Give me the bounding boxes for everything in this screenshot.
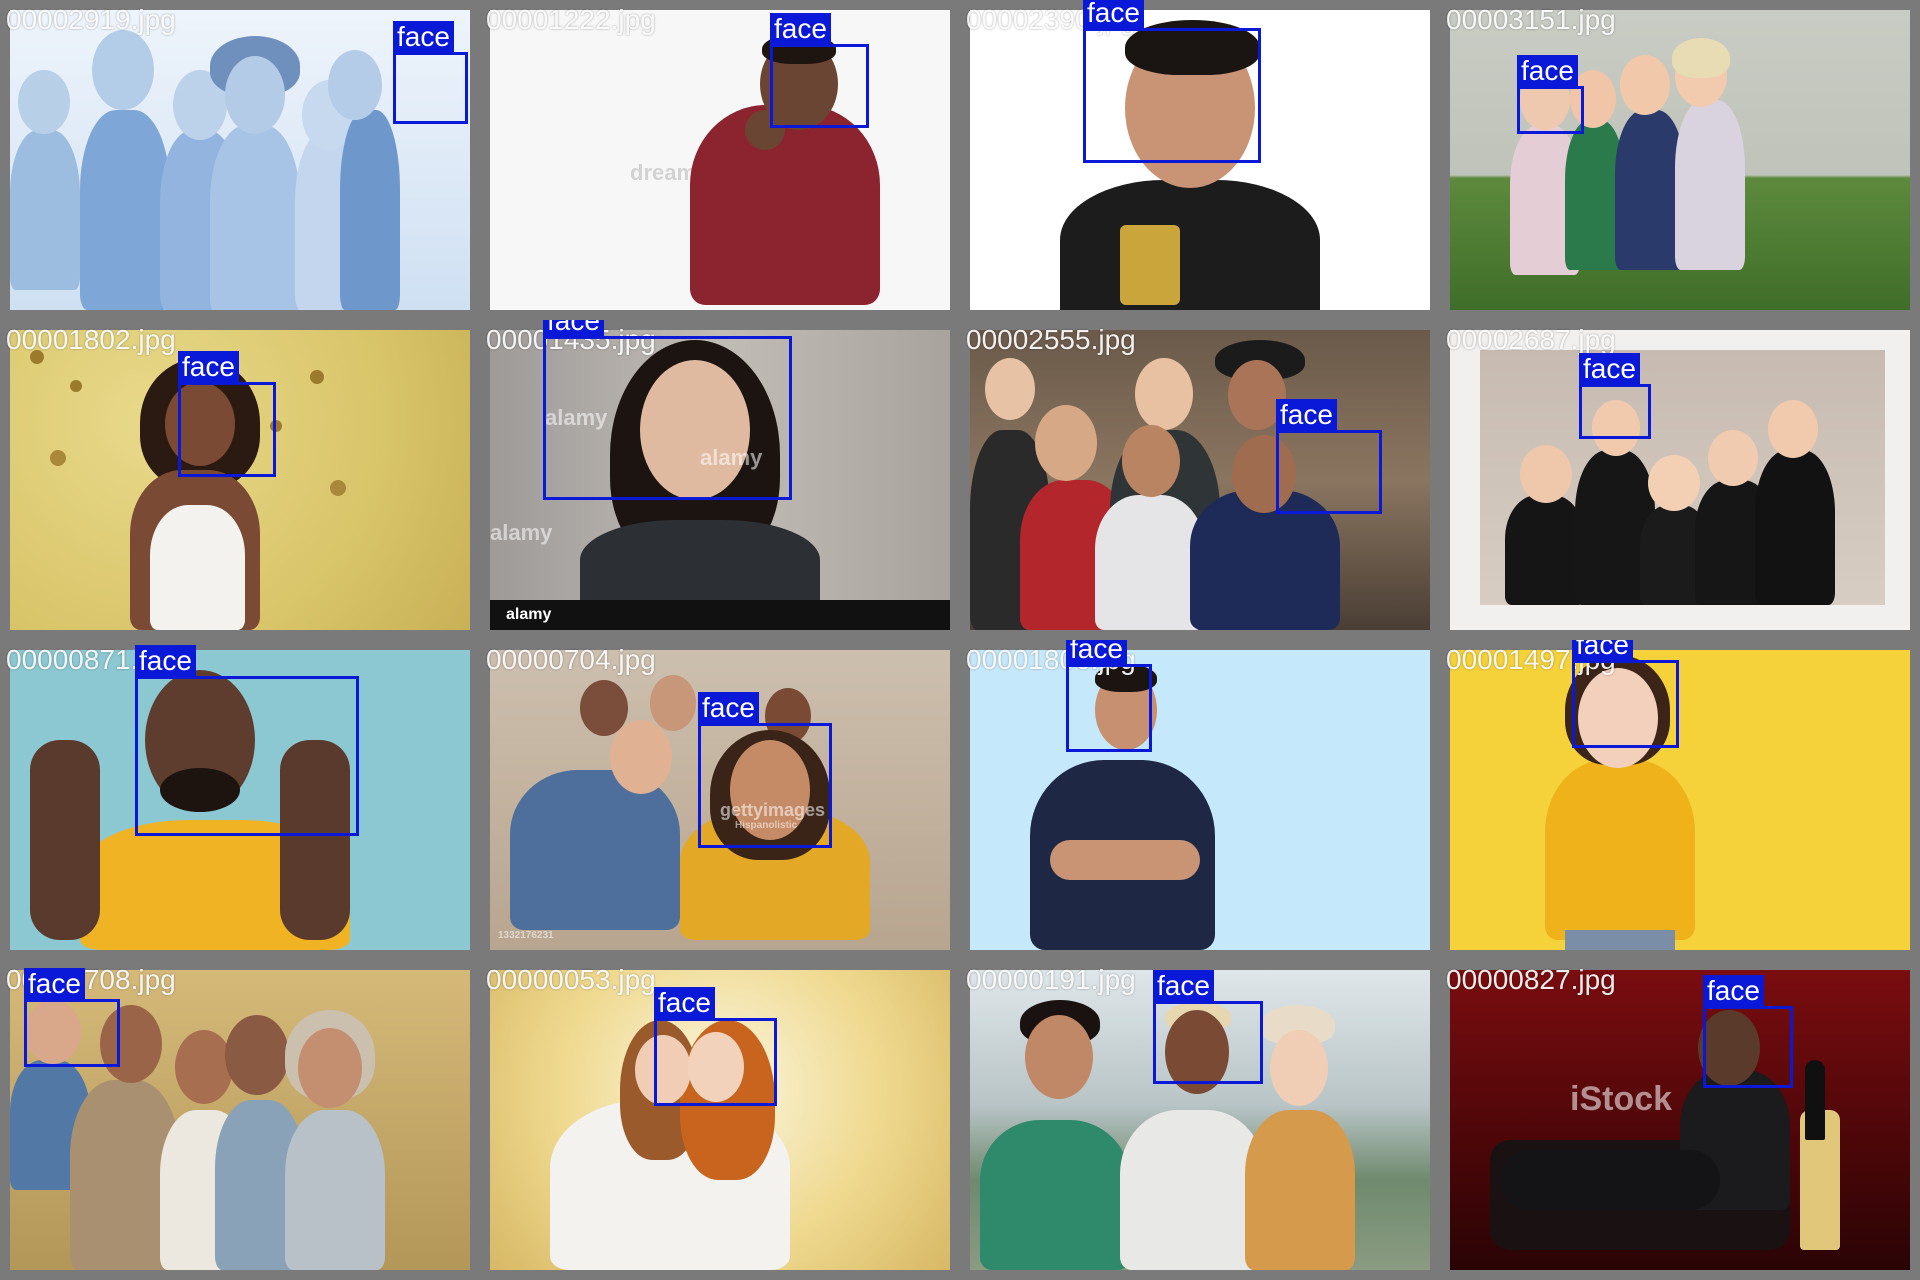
image-filename: 00000827.jpg	[1446, 964, 1616, 995]
image-filename: 00000053.jpg	[486, 964, 656, 995]
class-label: face	[1572, 640, 1633, 660]
image-tile[interactable]: 00002687.jpg face	[1440, 320, 1920, 640]
image-filename: 00002919.jpg	[6, 4, 176, 35]
watermark-logo: alamy	[506, 606, 552, 623]
image-tile[interactable]: 00002919.jpg face	[0, 0, 480, 320]
face-bounding-box: face	[698, 692, 832, 848]
face-bounding-box: face	[393, 21, 468, 124]
image-tile[interactable]: 00001806.jpg face	[960, 640, 1440, 960]
image-tile[interactable]: 00001497.jpg face	[1440, 640, 1920, 960]
class-label: face	[654, 987, 715, 1018]
class-label: face	[698, 692, 759, 723]
photo	[1450, 650, 1910, 950]
watermark: 1332176231	[498, 930, 554, 941]
class-label: face	[1153, 970, 1214, 1001]
photo	[970, 650, 1430, 950]
image-tile[interactable]: 00002390.jpg face	[960, 0, 1440, 320]
image-filename: 00000191.jpg	[966, 964, 1136, 995]
image-filename: 00001222.jpg	[486, 4, 656, 35]
image-filename: 00003151.jpg	[1446, 4, 1616, 35]
class-label: face	[1517, 55, 1578, 86]
image-tile[interactable]: 00002555.jpg face	[960, 320, 1440, 640]
face-bounding-box: face	[770, 13, 869, 128]
class-label: face	[393, 21, 454, 52]
face-bounding-box: face	[654, 987, 777, 1106]
class-label: face	[770, 13, 831, 44]
face-bounding-box: face	[1153, 970, 1263, 1084]
image-tile[interactable]: 00001802.jpg face	[0, 320, 480, 640]
image-tile[interactable]: alamy alamy alamy alamy 00001435.jpg fac…	[480, 320, 960, 640]
class-label: face	[1066, 640, 1127, 664]
class-label: face	[543, 320, 604, 336]
detection-results-grid: 00002919.jpg face dreamstime 00001222.jp…	[0, 0, 1920, 1280]
face-bounding-box: face	[1083, 0, 1261, 163]
face-bounding-box: face	[24, 968, 120, 1067]
image-tile[interactable]: 00002708.jpg face	[0, 960, 480, 1280]
photo	[1450, 330, 1910, 630]
face-bounding-box: face	[1572, 640, 1679, 748]
class-label: face	[1703, 975, 1764, 1006]
image-tile[interactable]: 00000191.jpg face	[960, 960, 1440, 1280]
class-label: face	[178, 351, 239, 382]
image-tile[interactable]: 00003151.jpg face	[1440, 0, 1920, 320]
image-tile[interactable]: dreamstime 00001222.jpg face	[480, 0, 960, 320]
face-bounding-box: face	[543, 320, 792, 500]
photo	[490, 970, 950, 1270]
image-filename: 00001802.jpg	[6, 324, 176, 355]
image-tile[interactable]: gettyimages Hispanolistic 1332176231 000…	[480, 640, 960, 960]
image-filename: 00000704.jpg	[486, 644, 656, 675]
watermark: alamy	[490, 520, 553, 545]
photo: dreamstime	[490, 10, 950, 310]
face-bounding-box: face	[1276, 399, 1382, 514]
face-bounding-box: face	[1703, 975, 1793, 1088]
face-bounding-box: face	[178, 351, 276, 477]
face-bounding-box: face	[1066, 640, 1152, 752]
class-label: face	[1579, 353, 1640, 384]
class-label: face	[1083, 0, 1144, 28]
image-tile[interactable]: 00000053.jpg face	[480, 960, 960, 1280]
photo: iStock	[1450, 970, 1910, 1270]
watermark: iStock	[1570, 1080, 1673, 1118]
class-label: face	[1276, 399, 1337, 430]
photo	[10, 330, 470, 630]
class-label: face	[135, 645, 196, 676]
image-tile[interactable]: 00000871.jpg face	[0, 640, 480, 960]
image-filename: 00002687.jpg	[1446, 324, 1616, 355]
face-bounding-box: face	[1517, 55, 1584, 134]
image-filename: 00002555.jpg	[966, 324, 1136, 355]
face-bounding-box: face	[135, 645, 359, 836]
face-bounding-box: face	[1579, 353, 1651, 439]
image-tile[interactable]: iStock 00000827.jpg face	[1440, 960, 1920, 1280]
class-label: face	[24, 968, 85, 999]
